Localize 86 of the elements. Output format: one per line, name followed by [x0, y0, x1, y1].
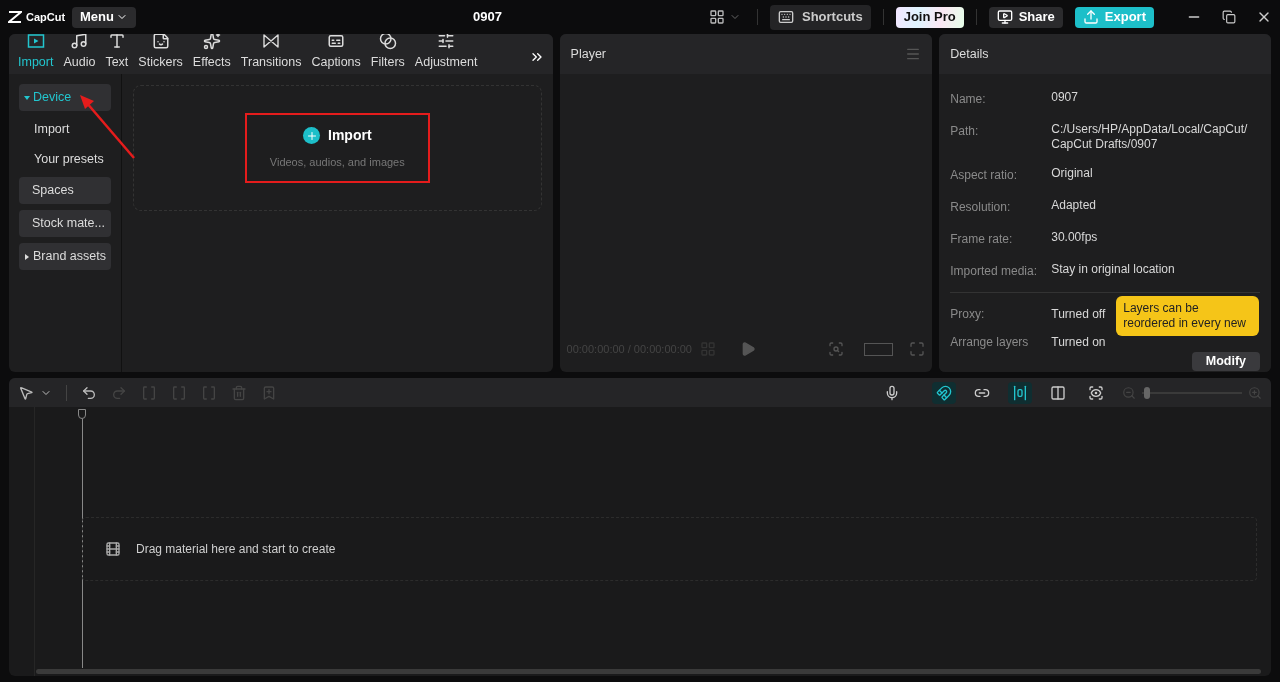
detail-label: Proxy: — [950, 306, 986, 323]
share-button[interactable]: Share — [988, 6, 1063, 28]
detail-label: Imported media: — [950, 263, 1038, 280]
media-tab[interactable]: Import — [13, 34, 59, 74]
sticker-icon — [151, 34, 170, 51]
zoom-in-icon[interactable] — [1248, 385, 1262, 400]
axis-icon — [1012, 384, 1028, 401]
detail-label: Arrange layers — [950, 334, 1030, 351]
timeline-hint: Drag material here and start to create — [136, 541, 336, 558]
zoom-slider[interactable] — [1142, 386, 1242, 399]
magnet-button[interactable] — [932, 381, 956, 404]
import-button[interactable]: Import — [303, 125, 372, 147]
detail-value: 0907 — [1051, 90, 1079, 106]
sidebar-item[interactable]: Spaces — [19, 177, 111, 204]
fullscreen-icon[interactable] — [909, 341, 926, 357]
project-title: 0907 — [473, 8, 502, 27]
text-icon — [107, 34, 126, 51]
detail-value: Adapted — [1051, 198, 1097, 214]
filters-icon — [378, 34, 397, 51]
redo-icon[interactable] — [111, 384, 127, 401]
layout-button[interactable] — [709, 9, 741, 25]
media-tab[interactable]: Adjustment — [409, 34, 483, 74]
zoom-out-icon[interactable] — [1122, 385, 1136, 400]
detail-value: Turned off — [1051, 306, 1106, 323]
restore-icon[interactable] — [1222, 10, 1236, 24]
import-hint: Videos, audios, and images — [269, 155, 405, 171]
tooltip: Layers can be reordered in every new — [1116, 296, 1260, 336]
sliders-icon — [437, 34, 456, 51]
shortcuts-button[interactable]: Shortcuts — [770, 4, 871, 30]
monitor-play-icon — [996, 9, 1013, 25]
media-tab[interactable]: Stickers — [133, 34, 188, 74]
triangle-icon — [24, 253, 30, 260]
sidebar-item[interactable]: Your presets — [19, 147, 111, 171]
media-icon — [26, 34, 45, 51]
detail-value: Original — [1051, 166, 1094, 182]
ratio-box[interactable] — [864, 342, 894, 356]
playhead[interactable] — [78, 409, 86, 668]
panel-title: Player — [570, 45, 606, 63]
detail-label: Frame rate: — [950, 231, 1014, 248]
menu-button[interactable]: Menu — [72, 6, 136, 28]
undo-icon[interactable] — [81, 384, 97, 401]
detail-value: Stay in original location — [1051, 262, 1176, 278]
timeline-drop-area[interactable]: Drag material here and start to create — [82, 517, 1257, 581]
plus-icon — [303, 127, 320, 145]
logo-icon — [8, 11, 22, 23]
menu-icon[interactable] — [905, 46, 922, 62]
zoom-thumb[interactable] — [1143, 386, 1150, 399]
detail-value: C:/Users/HP/AppData/Local/CapCut/ CapCut Drafts/0907 — [1051, 122, 1249, 152]
triangle-icon — [24, 94, 30, 101]
panel-title: Details — [950, 45, 989, 63]
media-tab[interactable]: Transitions — [235, 34, 307, 74]
layout-icon — [709, 9, 725, 25]
sidebar-item[interactable]: Device — [19, 84, 111, 111]
sparkle-icon — [202, 34, 221, 51]
detail-label: Name: — [950, 91, 987, 108]
bowtie-icon — [262, 34, 281, 51]
detail-label: Resolution: — [950, 199, 1012, 216]
sidebar-item[interactable]: Brand assets — [19, 243, 111, 270]
marker-icon[interactable] — [261, 384, 277, 401]
delete-icon[interactable] — [231, 384, 247, 401]
media-tab[interactable]: Captions — [306, 34, 366, 74]
import-drop-area[interactable]: Import Videos, audios, and images — [133, 85, 542, 211]
axis-button[interactable] — [1008, 381, 1032, 404]
select-tool-icon[interactable] — [18, 384, 34, 401]
zoom-fit-icon[interactable] — [828, 341, 845, 357]
modify-button[interactable]: Modify — [1191, 352, 1260, 371]
sidebar-item[interactable]: Import — [19, 117, 111, 141]
media-tab[interactable]: Text — [100, 34, 134, 74]
detail-value: 30.00fps — [1051, 230, 1099, 246]
music-icon — [70, 34, 89, 51]
media-tab[interactable]: Filters — [365, 34, 410, 74]
detail-label: Aspect ratio: — [950, 167, 1018, 184]
sidebar-item[interactable]: Stock mate... — [19, 210, 111, 237]
app-logo: CapCut — [26, 9, 66, 25]
preview-icon — [1088, 384, 1104, 401]
upload-icon — [1082, 9, 1099, 25]
film-icon — [105, 541, 121, 557]
microphone-icon — [884, 384, 900, 401]
magnet-icon — [936, 384, 952, 401]
join-pro-button[interactable]: Join Pro — [895, 6, 964, 28]
media-tab[interactable]: Effects — [187, 34, 236, 74]
detail-value: Turned on — [1051, 334, 1106, 351]
detail-label: Path: — [950, 123, 980, 140]
horizontal-scrollbar[interactable] — [36, 669, 1261, 674]
keyboard-icon — [778, 9, 794, 25]
media-tab[interactable]: Audio — [58, 34, 101, 74]
